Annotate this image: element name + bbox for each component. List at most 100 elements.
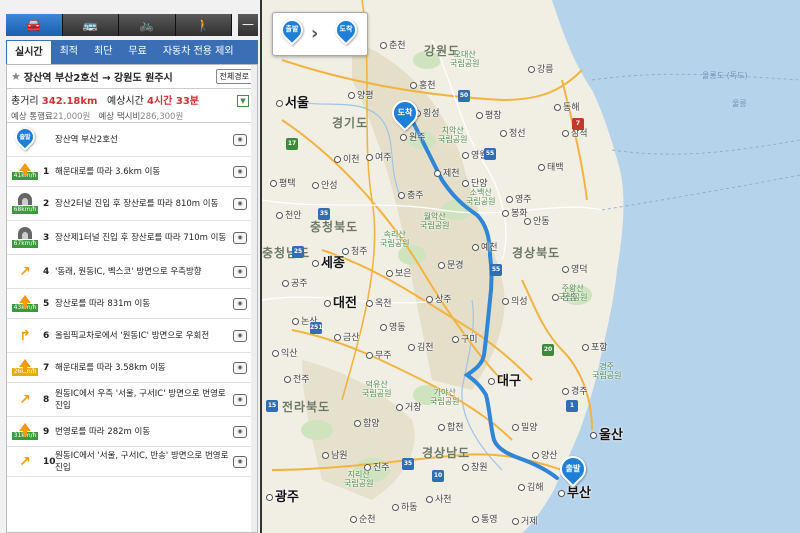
town-label: 춘천	[380, 38, 406, 51]
start-text: 장산역 부산2호선	[55, 134, 118, 145]
step-row[interactable]: ↗ 10 원동IC에서 '서울, 구서IC, 반송' 방면으로 번영로 진입 ◉	[7, 447, 257, 477]
step-row[interactable]: 67km/h 3 장산제1터널 진입 후 장산로를 따라 710m 이동 ◉	[7, 221, 257, 255]
view-icon[interactable]: ◉	[233, 265, 247, 278]
tab-realtime[interactable]: 실시간	[6, 40, 52, 64]
town-label: 충주	[398, 188, 424, 201]
chevron-down-icon[interactable]: ▼	[237, 95, 249, 107]
step-row[interactable]: ↗ 8 원동IC에서 우측 '서울, 구서IC' 방면으로 번영로 진입 ◉	[7, 383, 257, 417]
town-label: 공주	[282, 276, 308, 289]
mode-bike-button[interactable]: 🚲	[119, 14, 176, 36]
star-icon[interactable]: ★	[11, 70, 21, 83]
region-label: 경상북도	[512, 246, 561, 260]
pin-label: 도착	[397, 108, 413, 117]
view-icon[interactable]: ◉	[233, 133, 247, 146]
mode-car-button[interactable]: 🚘	[6, 14, 63, 36]
highway-shield: 35	[402, 458, 414, 470]
step-row[interactable]: 31km/h 9 번영로를 따라 282m 이동 ◉	[7, 417, 257, 447]
step-num: 1	[43, 166, 50, 177]
summary-line-2: 예상 통행료21,000원 예상 택시비286,300원	[11, 110, 253, 122]
tab-shortest[interactable]: 최단	[86, 40, 120, 64]
full-route-button[interactable]: 전체경로	[215, 69, 253, 84]
origin-pin[interactable]: 출발	[554, 450, 592, 490]
tab-optimal[interactable]: 최적	[52, 40, 86, 64]
step-num: 10	[43, 456, 56, 467]
town-label: 동해	[554, 100, 580, 113]
mode-walk-button[interactable]: 🚶	[175, 14, 232, 36]
sea-lane	[601, 174, 800, 211]
park-label: 주왕산 국립공원	[558, 284, 588, 302]
scrollbar[interactable]	[251, 65, 257, 532]
view-icon[interactable]: ◉	[233, 165, 247, 178]
keep-right-icon: ↗	[19, 391, 31, 408]
step-row[interactable]: ↱ 6 올림픽교차로에서 '원동IC' 방면으로 우회전 ◉	[7, 319, 257, 353]
route-widget[interactable]: 출발 › 도착	[272, 12, 368, 56]
highway-shield: 25	[292, 246, 304, 258]
step-text: 원동IC에서 '서울, 구서IC, 반송' 방면으로 번영로 진입	[55, 450, 229, 473]
step-icon-col: ↗	[7, 393, 43, 407]
route-shield: 17	[286, 138, 298, 150]
town-label: 봉화	[502, 206, 528, 219]
city-label: 세종	[312, 252, 345, 271]
town-label: 함양	[354, 416, 380, 429]
time-label: 예상시간	[107, 96, 144, 107]
town-label: 안성	[312, 178, 338, 191]
town-label: 순천	[350, 512, 376, 525]
view-icon[interactable]: ◉	[233, 361, 247, 374]
town-label: 태백	[538, 160, 564, 173]
directions-sidebar: 🚘 🚌 🚲 🚶 — 실시간 최적 최단 무료 자동차 전용 제외 ★ 장산역 부…	[0, 0, 262, 533]
chevron-right-icon: ›	[311, 23, 319, 44]
pin-label: 도착	[339, 25, 353, 33]
town-label: 강릉	[528, 62, 554, 75]
tab-free[interactable]: 무료	[120, 40, 154, 64]
start-row[interactable]: 출발 장산역 부산2호선 ◉	[7, 122, 257, 157]
step-text: 장산제1터널 진입 후 장산로를 따라 710m 이동	[55, 232, 227, 243]
town-label: 보은	[386, 266, 412, 279]
park-area	[301, 420, 333, 440]
step-text: 해운대로를 따라 3.6km 이동	[55, 166, 161, 177]
tab-exclude-motorway[interactable]: 자동차 전용 제외	[155, 40, 242, 64]
view-icon[interactable]: ◉	[233, 231, 247, 244]
view-icon[interactable]: ◉	[233, 425, 247, 438]
step-text: 해운대로를 따라 3.58km 이동	[55, 362, 166, 373]
map-view[interactable]: 강원도 경기도 충청북도 충청남도 전라북도 경상북도 경상남도 서울 세종 대…	[262, 0, 800, 533]
step-icon-col: 67km/h	[7, 227, 43, 248]
view-icon[interactable]: ◉	[233, 455, 247, 468]
start-pin-icon: 출발	[10, 122, 40, 153]
step-row[interactable]: 68km/h 2 장산2터널 진입 후 장산로를 따라 810m 이동 ◉	[7, 187, 257, 221]
highway-shield: 15	[266, 400, 278, 412]
view-icon[interactable]: ◉	[233, 329, 247, 342]
step-row[interactable]: 41km/h 1 해운대로를 따라 3.6km 이동 ◉	[7, 157, 257, 187]
town-label: 평창	[476, 108, 502, 121]
step-text: 번영로를 따라 282m 이동	[55, 426, 151, 437]
town-label: 전주	[284, 372, 310, 385]
view-icon[interactable]: ◉	[233, 297, 247, 310]
town-label: 제천	[434, 166, 460, 179]
distance-label: 총거리	[11, 96, 39, 107]
route-title-bar: ★ 장산역 부산2호선 → 강원도 원주시 전체경로	[7, 65, 257, 89]
step-row[interactable]: 43km/h 5 장산로를 따라 831m 이동 ◉	[7, 289, 257, 319]
transport-mode-bar: 🚘 🚌 🚲 🚶	[6, 14, 232, 36]
step-row[interactable]: ↗ 4 '동래, 원동IC, 벡스코' 방면으로 우측방향 ◉	[7, 255, 257, 289]
highway-shield: 55	[490, 264, 502, 276]
view-icon[interactable]: ◉	[233, 197, 247, 210]
step-num: 2	[43, 198, 50, 209]
destination-pin[interactable]: 도착	[386, 94, 424, 134]
step-icon-col: 43km/h	[7, 295, 43, 312]
widget-end-pin[interactable]: 도착	[330, 14, 362, 49]
route-shield: 20	[542, 344, 554, 356]
step-text: 장산로를 따라 831m 이동	[55, 298, 151, 309]
mode-bus-button[interactable]: 🚌	[62, 14, 119, 36]
step-icon-col: ↱	[7, 329, 43, 343]
town-label: 문경	[438, 258, 464, 271]
view-icon[interactable]: ◉	[233, 393, 247, 406]
town-label: 청주	[342, 244, 368, 257]
city-label: 서울	[276, 92, 309, 111]
town-label: 천안	[276, 208, 302, 221]
start-icon-col: 출발	[7, 122, 43, 153]
widget-start-pin[interactable]: 출발	[276, 14, 308, 49]
speed-badge: 67km/h	[11, 240, 39, 248]
minimize-button[interactable]: —	[238, 14, 258, 36]
step-row[interactable]: 26km/h 7 해운대로를 따라 3.58km 이동 ◉	[7, 353, 257, 383]
highway-shield: 1	[566, 400, 578, 412]
town-label: 이천	[334, 152, 360, 165]
